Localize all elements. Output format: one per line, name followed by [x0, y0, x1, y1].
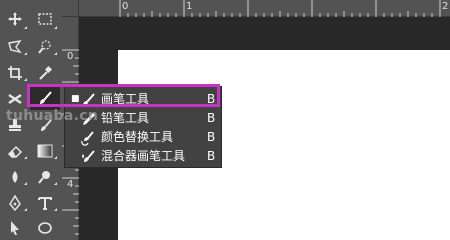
color-replace-icon [80, 130, 96, 146]
tool-group-indicator [24, 208, 27, 211]
menu-item-label: 铅笔工具 [101, 111, 150, 125]
tool-group-indicator [54, 182, 57, 185]
menu-item-shortcut: B [207, 130, 216, 144]
ruler-left-label: 4 [67, 179, 74, 190]
ruler-top-label: 1 [186, 1, 193, 12]
tool-group-indicator [54, 52, 57, 55]
tool-group-indicator [24, 156, 27, 159]
path-select-icon[interactable] [2, 217, 28, 239]
tool-group-indicator [24, 78, 27, 81]
tool-group-indicator [24, 26, 27, 29]
shape-icon[interactable] [32, 217, 58, 239]
ruler-top[interactable]: 0 1 2 [79, 0, 450, 17]
watermark: tuhuaba.cn [6, 108, 99, 124]
menu-item-mixer-brush-tool[interactable]: 混合器画笔工具 B [65, 147, 221, 166]
healing-icon[interactable] [2, 88, 28, 110]
menu-item-label: 颜色替换工具 [101, 130, 174, 144]
menu-item-shortcut: B [207, 149, 216, 163]
annotation-highlight-box [27, 84, 220, 107]
tool-group-indicator [24, 52, 27, 55]
tool-group-indicator [24, 182, 27, 185]
eyedropper-icon[interactable] [32, 62, 58, 84]
menu-item-label: 混合器画笔工具 [101, 149, 186, 163]
ruler-corner [62, 0, 79, 17]
tool-group-indicator [54, 208, 57, 211]
menu-item-shortcut: B [207, 111, 216, 125]
tool-group-indicator [54, 156, 57, 159]
ruler-top-label: 0 [122, 1, 129, 12]
menu-item-color-replacement-tool[interactable]: 颜色替换工具 B [65, 128, 221, 147]
tool-group-indicator [54, 26, 57, 29]
ruler-left-label: 0 [67, 51, 74, 62]
mixer-brush-icon [80, 149, 96, 165]
ruler-top-label: 2 [442, 1, 449, 12]
